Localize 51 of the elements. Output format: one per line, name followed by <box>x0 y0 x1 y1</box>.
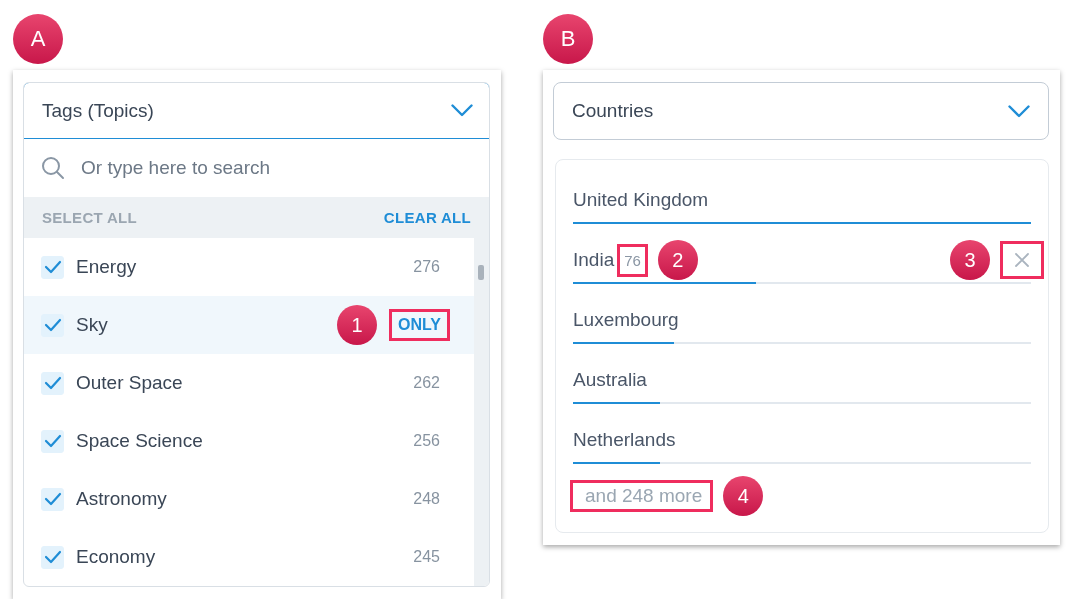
checkbox[interactable] <box>41 429 64 453</box>
checkmark-icon <box>43 318 62 332</box>
tag-list-item[interactable]: Economy 245 <box>24 528 474 586</box>
checkmark-icon <box>43 492 62 506</box>
tag-name: Space Science <box>76 430 203 452</box>
tag-list-item[interactable]: Space Science 256 <box>24 412 474 470</box>
checkbox[interactable] <box>41 545 64 569</box>
checkbox[interactable] <box>41 487 64 511</box>
tag-list-item[interactable]: Energy 276 <box>24 238 474 296</box>
countries-dropdown[interactable]: Countries <box>553 82 1049 140</box>
country-name: Luxembourg <box>573 309 679 331</box>
checkmark-icon <box>43 376 62 390</box>
tag-name: Sky <box>76 314 108 336</box>
dropdown-label: Countries <box>572 100 654 122</box>
country-name: Netherlands <box>573 429 676 451</box>
tag-list-item[interactable]: Outer Space 262 <box>24 354 474 412</box>
panel-letter-badge: B <box>543 14 593 64</box>
tag-name: Economy <box>76 546 156 568</box>
dropdown-label: Tags (Topics) <box>42 99 154 122</box>
chevron-down-icon <box>451 104 473 117</box>
tag-count: 248 <box>413 490 440 508</box>
chevron-down-icon <box>1008 104 1030 118</box>
country-name: United Kingdom <box>573 189 709 211</box>
country-name: Australia <box>573 369 647 391</box>
panel-letter-badge: A <box>13 14 63 64</box>
tag-count: 256 <box>413 432 440 450</box>
tag-count: 262 <box>413 374 440 392</box>
checkmark-icon <box>43 260 62 274</box>
search-field[interactable]: Or type here to search <box>79 156 472 180</box>
tag-name: Energy <box>76 256 137 278</box>
search-icon <box>41 156 65 180</box>
checkmark-icon <box>43 434 62 448</box>
callout-number: 2 <box>657 240 698 280</box>
checkbox[interactable] <box>41 313 64 337</box>
tag-list-item[interactable]: Astronomy 248 <box>24 470 474 528</box>
callout-number: 1 <box>337 305 377 345</box>
checkbox[interactable] <box>41 255 64 279</box>
remove-button[interactable] <box>1000 241 1044 279</box>
checkbox[interactable] <box>41 371 64 395</box>
tag-count: 245 <box>413 548 440 566</box>
scrollbar-thumb[interactable] <box>478 265 484 280</box>
tag-name: Astronomy <box>76 488 167 510</box>
country-name: India <box>573 249 615 271</box>
checkmark-icon <box>43 550 62 564</box>
tag-name: Outer Space <box>76 372 183 394</box>
tag-count: 276 <box>413 258 440 276</box>
callout-number: 4 <box>723 476 764 516</box>
tag-list-item[interactable]: Sky 1 ONLY <box>24 296 474 354</box>
close-icon <box>1015 253 1029 267</box>
country-count: 76 <box>617 243 648 277</box>
callout-number: 3 <box>950 240 990 280</box>
